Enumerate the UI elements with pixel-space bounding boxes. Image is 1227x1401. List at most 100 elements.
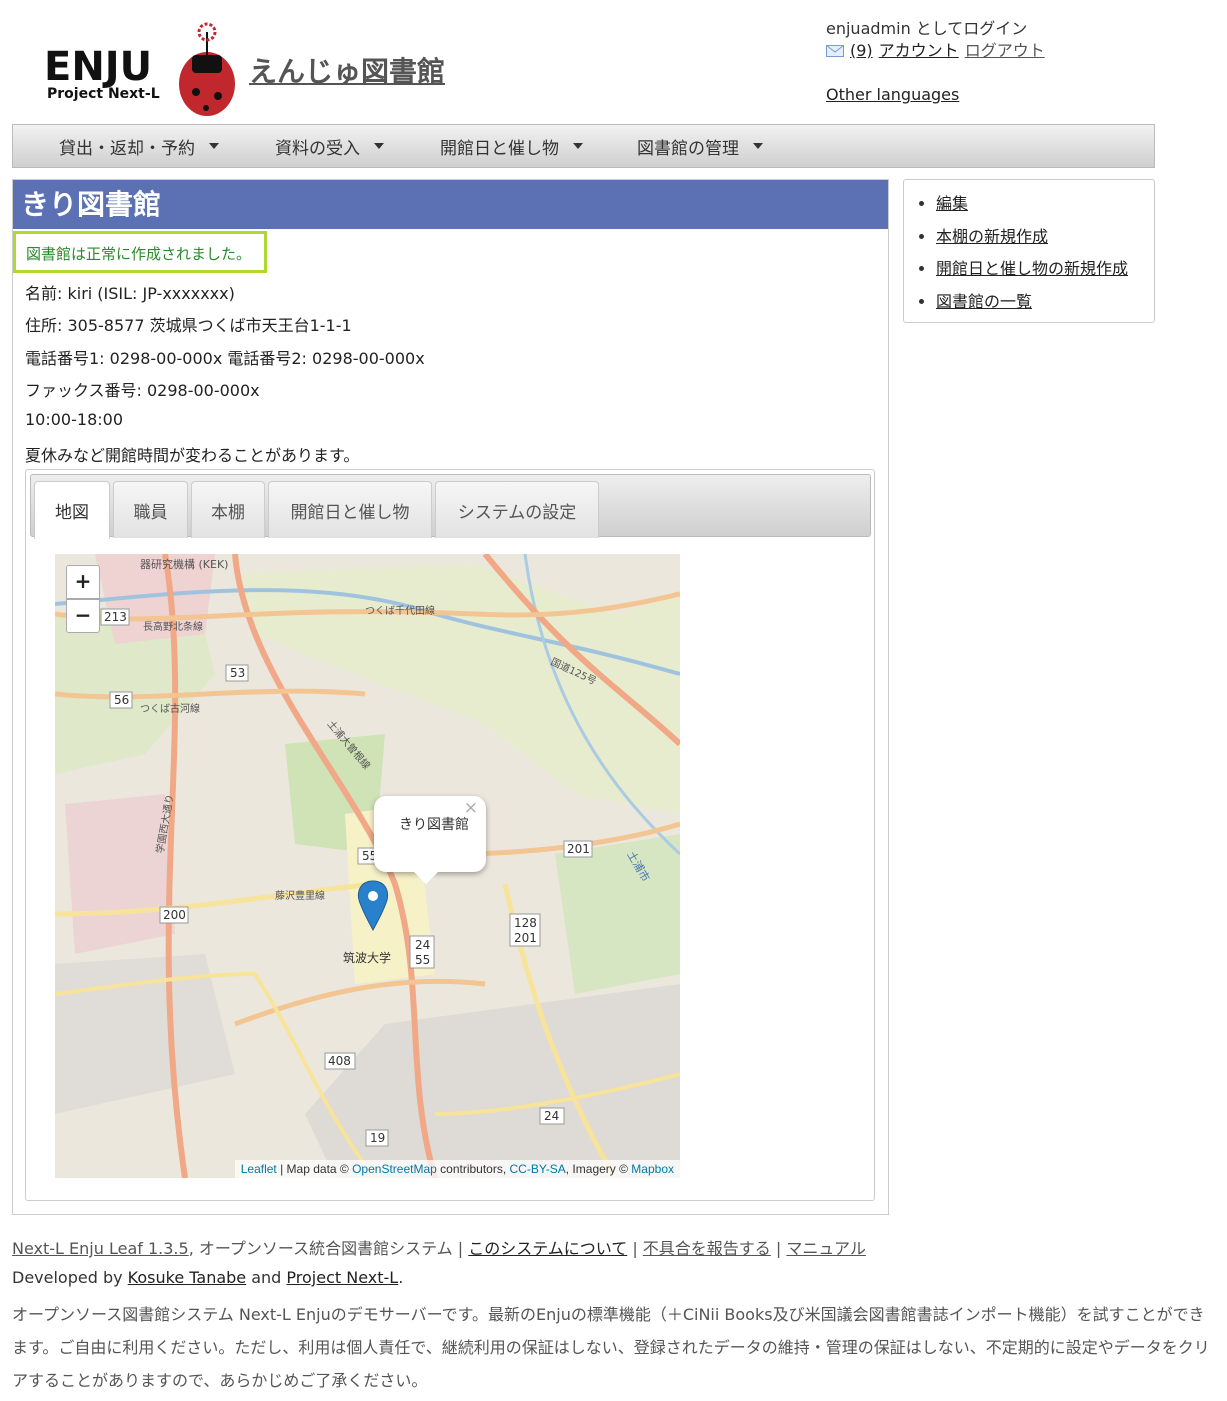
footer-credits: Developed by Kosuke Tanabe and Project N…: [12, 1268, 403, 1287]
mapbox-link[interactable]: Mapbox: [631, 1162, 674, 1176]
user-box: enjuadmin としてログイン (9) アカウント ログアウト Other …: [826, 18, 1045, 106]
menu-label: 図書館の管理: [637, 138, 739, 159]
sidebar-item-new-shelf: 本棚の新規作成: [936, 221, 1154, 254]
project-link[interactable]: Project Next-L: [286, 1268, 398, 1287]
new-shelf-link[interactable]: 本棚の新規作成: [936, 227, 1048, 246]
map-label-tsukuba-univ: 筑波大学: [343, 950, 391, 965]
author-link[interactable]: Kosuke Tanabe: [128, 1268, 246, 1287]
footer-text: , オープンソース統合図書館システム |: [188, 1239, 469, 1258]
site-title-link[interactable]: えんじゅ図書館: [249, 50, 445, 90]
tab-shelves[interactable]: 本棚: [191, 481, 265, 538]
caret-down-icon: [209, 143, 219, 149]
footer-description: オープンソース図書館システム Next-L Enjuのデモサーバーです。最新のE…: [12, 1305, 1210, 1390]
tab-label: システムの設定: [457, 502, 577, 523]
footer-text: .: [398, 1268, 404, 1287]
sidebar-item-edit: 編集: [936, 188, 1154, 221]
map-label-r19: 19: [370, 1131, 385, 1145]
caret-down-icon: [374, 143, 384, 149]
caret-down-icon: [753, 143, 763, 149]
tab-bar: 地図 職員 本棚 開館日と催し物 システムの設定: [30, 474, 871, 539]
map-label-r408: 408: [328, 1054, 351, 1068]
new-event-link[interactable]: 開館日と催し物の新規作成: [936, 259, 1128, 278]
enju-logo[interactable]: ENJU Project Next-L: [44, 22, 240, 118]
menu-label: 開館日と催し物: [440, 138, 559, 159]
map-label-r201: 201: [567, 842, 590, 856]
map-label-r213: 213: [104, 610, 127, 624]
edit-link[interactable]: 編集: [936, 194, 968, 213]
main-menu-bar: 貸出・返却・予約 資料の受入 開館日と催し物 図書館の管理: [12, 124, 1155, 168]
menu-acquisition[interactable]: 資料の受入: [275, 134, 384, 159]
zoom-in-button[interactable]: +: [66, 565, 100, 599]
footer-text: and: [246, 1268, 287, 1287]
attr-text: , Imagery ©: [565, 1162, 632, 1176]
map-popup: × きり図書館: [374, 796, 486, 884]
attr-text: | Map data ©: [276, 1162, 353, 1176]
zoom-out-button[interactable]: −: [66, 599, 100, 633]
tab-system-settings[interactable]: システムの設定: [435, 481, 599, 538]
map-label-r53: 53: [230, 666, 245, 680]
sidebar-item-library-list: 図書館の一覧: [936, 286, 1154, 319]
logout-link[interactable]: ログアウト: [965, 40, 1045, 62]
tab-map[interactable]: 地図: [34, 481, 110, 539]
leaflet-link[interactable]: Leaflet: [241, 1162, 277, 1176]
footer-text: Developed by: [12, 1268, 128, 1287]
library-fax: ファックス番号: 0298-00-000x: [25, 381, 260, 400]
map-label-r24: 24: [544, 1109, 559, 1123]
menu-events[interactable]: 開館日と催し物: [440, 134, 583, 159]
other-languages-link[interactable]: Other languages: [826, 85, 959, 104]
popup-text: きり図書館: [399, 817, 469, 833]
map-label-kek: 器研究機構 (KEK): [140, 557, 228, 571]
success-notice: 図書館は正常に作成されました。: [13, 231, 267, 273]
product-link[interactable]: Next-L Enju Leaf 1.3.5: [12, 1239, 189, 1258]
library-map[interactable]: 213 53 56 201 55 200 128 201 24 55 408 19 …: [55, 554, 680, 1178]
menu-circulation[interactable]: 貸出・返却・予約: [59, 134, 219, 159]
logo-subtext: Project Next-L: [47, 86, 160, 102]
library-phones: 電話番号1: 0298-00-000x 電話番号2: 0298-00-000x: [25, 349, 425, 368]
about-link[interactable]: このシステムについて: [468, 1239, 627, 1258]
library-name: 名前: kiri (ISIL: JP-xxxxxxx): [25, 284, 235, 303]
svg-text:55: 55: [415, 953, 430, 967]
map-label-tsukuba-koga: つくば古河線: [140, 702, 200, 715]
menu-library-admin[interactable]: 図書館の管理: [637, 134, 763, 159]
footer-sep: |: [770, 1239, 787, 1258]
mail-icon[interactable]: [826, 45, 844, 57]
page-title: きり図書館: [13, 180, 888, 229]
tab-label: 本棚: [211, 502, 245, 523]
footer-sep: |: [627, 1239, 643, 1258]
messages-count-link[interactable]: (9): [850, 40, 873, 62]
tab-label: 開館日と催し物: [290, 502, 410, 523]
tab-events[interactable]: 開館日と催し物: [268, 481, 432, 538]
menu-label: 貸出・返却・予約: [59, 138, 195, 159]
svg-text:201: 201: [514, 931, 537, 945]
osm-link[interactable]: OpenStreetMap: [352, 1162, 437, 1176]
notice-text: 図書館は正常に作成されました。: [26, 245, 252, 263]
footer-links: Next-L Enju Leaf 1.3.5, オープンソース統合図書館システム…: [12, 1235, 866, 1259]
logo-text: ENJU: [44, 44, 152, 90]
library-note: 夏休みなど開館時間が変わることがあります。: [25, 446, 360, 465]
sidebar-actions: 編集 本棚の新規作成 開館日と催し物の新規作成 図書館の一覧: [903, 179, 1155, 323]
map-label-r200: 200: [163, 908, 186, 922]
library-list-link[interactable]: 図書館の一覧: [936, 292, 1032, 311]
map-attribution: Leaflet | Map data © OpenStreetMap contr…: [234, 1160, 680, 1178]
sidebar-item-new-event: 開館日と催し物の新規作成: [936, 253, 1154, 286]
library-address: 住所: 305-8577 茨城県つくば市天王台1-1-1: [25, 316, 352, 335]
tab-label: 職員: [133, 502, 168, 523]
map-label-fujisawa: 藤沢豊里線: [275, 889, 325, 902]
svg-text:24: 24: [415, 938, 430, 952]
license-link[interactable]: CC-BY-SA: [510, 1162, 566, 1176]
map-label-nagamine: 長高野北条線: [143, 620, 203, 633]
map-label-r56: 56: [114, 693, 129, 707]
caret-down-icon: [573, 143, 583, 149]
tab-staff[interactable]: 職員: [113, 481, 188, 538]
attr-text: contributors,: [436, 1162, 510, 1176]
manual-link[interactable]: マニュアル: [786, 1239, 866, 1258]
library-hours: 10:00-18:00: [25, 410, 123, 429]
svg-text:128: 128: [514, 916, 537, 930]
map-tiles: 213 53 56 201 55 200 128201 2455 408 19 …: [55, 554, 680, 1178]
map-label-chiyoda: つくば千代田線: [365, 604, 435, 617]
account-link[interactable]: アカウント: [879, 40, 959, 62]
login-status: enjuadmin としてログイン: [826, 19, 1028, 38]
tab-label: 地図: [55, 503, 89, 523]
report-bug-link[interactable]: 不具合を報告する: [643, 1239, 771, 1258]
menu-label: 資料の受入: [275, 138, 360, 159]
